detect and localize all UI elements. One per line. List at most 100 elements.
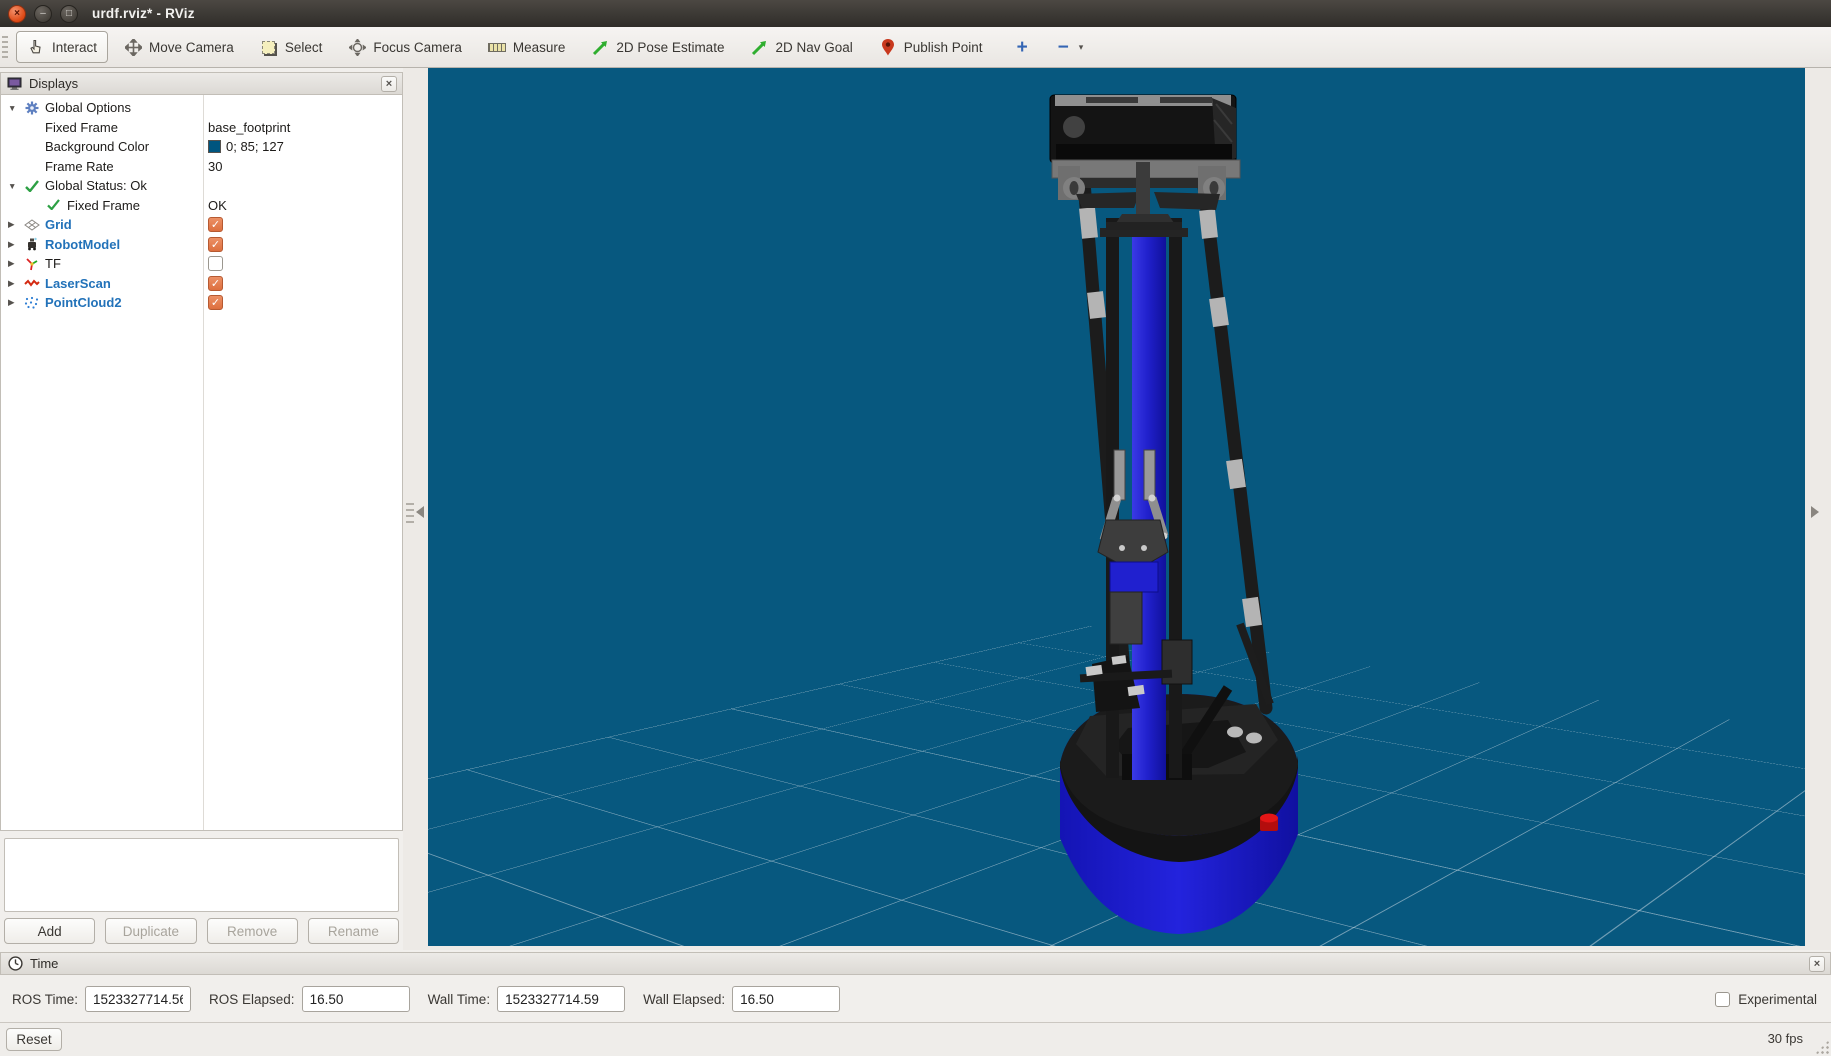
window-close-button[interactable]: × [8, 5, 26, 23]
expand-arrow-icon[interactable]: ▶ [8, 297, 18, 308]
time-panel: Time × ROS Time: ROS Elapsed: Wall Time:… [0, 950, 1831, 1022]
tool-publish-point[interactable]: Publish Point [869, 31, 993, 63]
status-bar: Reset 30 fps [0, 1022, 1831, 1056]
tool-add[interactable]: + [1007, 31, 1038, 63]
displays-panel: Displays × ▼ Global Options Fixed Frame … [0, 68, 403, 950]
status-ok-check-icon [47, 198, 63, 213]
left-splitter[interactable] [403, 68, 428, 950]
expand-arrow-icon[interactable]: ▼ [8, 103, 18, 113]
expand-arrow-icon[interactable]: ▶ [8, 258, 18, 269]
select-icon [260, 38, 278, 56]
tool-2d-pose-estimate[interactable]: 2D Pose Estimate [581, 31, 734, 63]
tool-label: Interact [52, 40, 97, 55]
expand-arrow-icon[interactable]: ▶ [8, 278, 18, 289]
tool-select[interactable]: Select [250, 31, 333, 63]
tf-axes-icon [23, 256, 40, 272]
tree-row-robotmodel[interactable]: ▶ RobotModel [1, 235, 403, 255]
camera-head [1050, 95, 1240, 230]
experimental-checkbox[interactable] [1715, 992, 1730, 1007]
add-display-button[interactable]: Add [4, 918, 95, 944]
resize-grip[interactable] [1815, 1040, 1829, 1054]
toolbar-drag-handle[interactable] [2, 36, 8, 58]
laserscan-enabled-checkbox[interactable] [208, 276, 223, 291]
pointcloud-icon [23, 295, 40, 311]
time-panel-title: Time [30, 956, 58, 971]
reset-button[interactable]: Reset [6, 1028, 62, 1051]
pose-estimate-arrow-icon [591, 38, 609, 56]
wall-time-input[interactable] [497, 986, 625, 1012]
render-viewport[interactable] [428, 68, 1805, 946]
fixed-frame-value[interactable]: base_footprint [208, 120, 290, 135]
tree-row-fixed-frame[interactable]: Fixed Frame base_footprint [1, 118, 403, 138]
status-ok-check-icon [23, 178, 40, 194]
frame-rate-value[interactable]: 30 [208, 159, 222, 174]
window-title: urdf.rviz* - RViz [92, 6, 195, 21]
publish-point-pin-icon [879, 38, 897, 56]
tool-label: Focus Camera [373, 40, 462, 55]
rename-display-button[interactable]: Rename [308, 918, 399, 944]
ros-elapsed-input[interactable] [302, 986, 410, 1012]
tool-remove[interactable]: − ▾ [1048, 31, 1094, 63]
tool-focus-camera[interactable]: Focus Camera [338, 31, 472, 63]
duplicate-display-button[interactable]: Duplicate [105, 918, 196, 944]
wall-elapsed-input[interactable] [732, 986, 840, 1012]
experimental-label: Experimental [1738, 992, 1817, 1007]
tree-row-global-status[interactable]: ▼ Global Status: Ok [1, 176, 403, 196]
grid-enabled-checkbox[interactable] [208, 217, 223, 232]
displays-tree[interactable]: ▼ Global Options Fixed Frame base_footpr… [0, 95, 403, 831]
window-minimize-button[interactable]: – [34, 5, 52, 23]
ros-elapsed-label: ROS Elapsed: [209, 992, 295, 1007]
collapse-left-arrow-icon[interactable] [416, 506, 424, 518]
gear-icon [23, 100, 40, 116]
grid-display-icon [23, 217, 40, 233]
remove-tool-dropdown-icon[interactable]: ▾ [1079, 42, 1084, 53]
tf-enabled-checkbox[interactable] [208, 256, 223, 271]
expand-arrow-icon[interactable]: ▶ [8, 239, 18, 250]
robot-model [428, 68, 1805, 946]
window-titlebar: × – □ urdf.rviz* - RViz [0, 0, 1831, 27]
focus-camera-icon [348, 38, 366, 56]
collapse-right-arrow-icon[interactable] [1811, 506, 1819, 518]
tool-move-camera[interactable]: Move Camera [114, 31, 244, 63]
right-splitter[interactable] [1805, 68, 1831, 950]
tree-row-tf[interactable]: ▶ TF [1, 254, 403, 274]
laserscan-icon [23, 275, 40, 291]
background-color-value[interactable]: 0; 85; 127 [208, 139, 284, 154]
tree-row-background-color[interactable]: Background Color 0; 85; 127 [1, 137, 403, 157]
tree-row-fixed-frame-status[interactable]: Fixed Frame OK [1, 196, 403, 216]
remove-display-button[interactable]: Remove [207, 918, 298, 944]
fps-counter: 30 fps [1768, 1031, 1803, 1046]
tool-2d-nav-goal[interactable]: 2D Nav Goal [740, 31, 862, 63]
color-swatch [208, 140, 221, 153]
toolbar: Interact Move Camera Select Focus Camera… [0, 27, 1831, 68]
splitter-handle-dots[interactable] [406, 503, 414, 523]
tool-measure[interactable]: Measure [478, 31, 576, 63]
tree-row-grid[interactable]: ▶ Grid [1, 215, 403, 235]
tool-label: Publish Point [904, 40, 983, 55]
window-maximize-button[interactable]: □ [60, 5, 78, 23]
displays-panel-header[interactable]: Displays × [0, 72, 403, 95]
displays-close-icon[interactable]: × [381, 76, 397, 92]
tool-label: Select [285, 40, 323, 55]
ros-time-input[interactable] [85, 986, 191, 1012]
tree-row-laserscan[interactable]: ▶ LaserScan [1, 274, 403, 294]
interact-hand-icon [27, 38, 45, 56]
pointcloud2-enabled-checkbox[interactable] [208, 295, 223, 310]
time-panel-close-icon[interactable]: × [1809, 956, 1825, 972]
tool-interact[interactable]: Interact [16, 31, 108, 63]
tree-row-frame-rate[interactable]: Frame Rate 30 [1, 157, 403, 177]
tool-label: 2D Nav Goal [775, 40, 852, 55]
expand-arrow-icon[interactable]: ▼ [8, 181, 18, 191]
fixed-frame-status-value: OK [208, 198, 227, 213]
add-tool-plus-icon: + [1017, 38, 1028, 57]
remove-tool-minus-icon: − [1058, 38, 1069, 57]
expand-arrow-icon[interactable]: ▶ [8, 219, 18, 230]
robot-model-icon [23, 236, 40, 252]
clock-icon [6, 955, 24, 973]
displays-panel-title: Displays [29, 76, 78, 91]
robotmodel-enabled-checkbox[interactable] [208, 237, 223, 252]
time-fields-row: ROS Time: ROS Elapsed: Wall Time: Wall E… [0, 980, 1831, 1018]
tree-row-global-options[interactable]: ▼ Global Options [1, 98, 403, 118]
tree-row-pointcloud2[interactable]: ▶ PointCloud2 [1, 293, 403, 313]
time-panel-header[interactable]: Time × [0, 952, 1831, 975]
